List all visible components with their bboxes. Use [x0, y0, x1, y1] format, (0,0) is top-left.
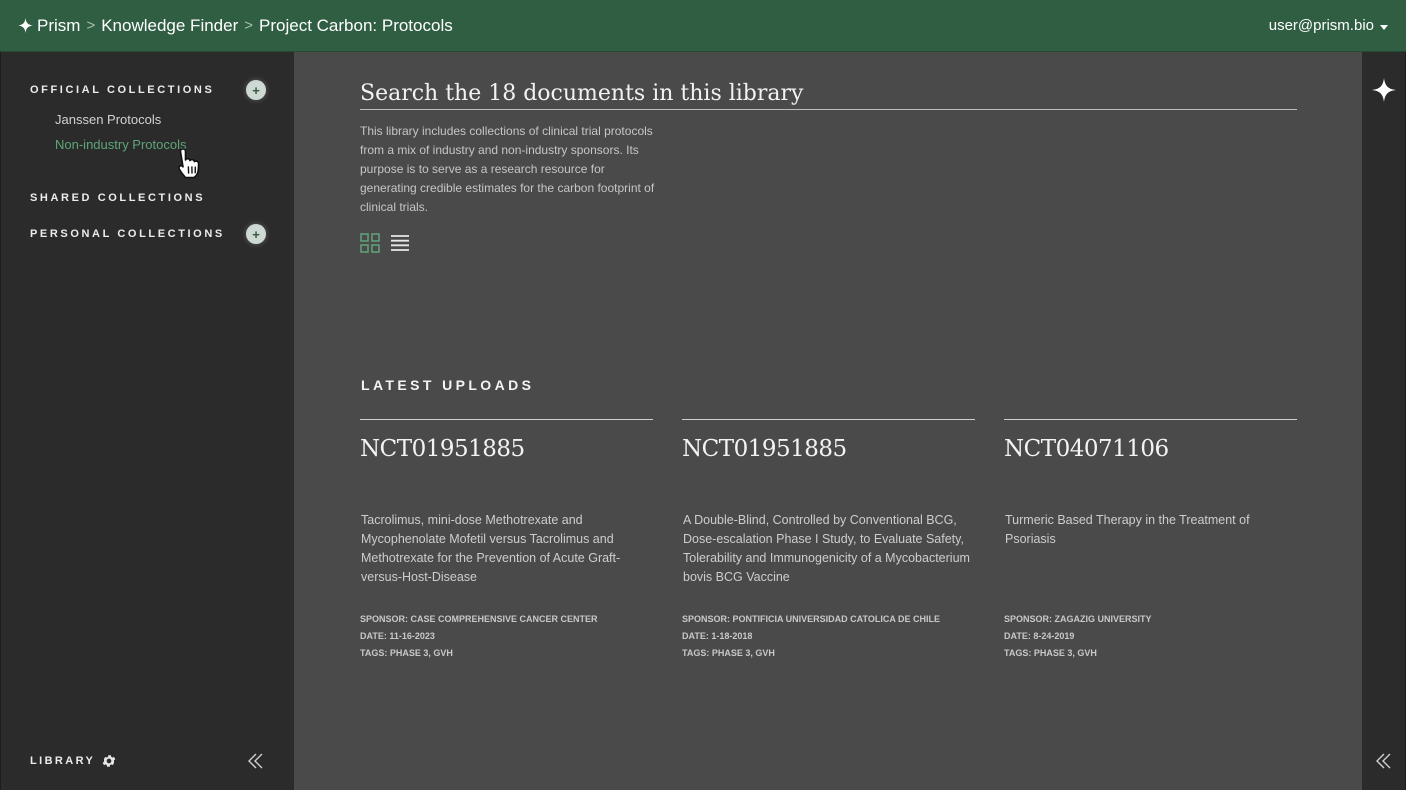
double-chevron-left-icon[interactable] [247, 752, 265, 770]
card-title: Tacrolimus, mini-dose Methotrexate and M… [361, 513, 621, 584]
search-input[interactable] [360, 78, 1297, 108]
latest-uploads-heading: LATEST UPLOADS [361, 377, 535, 393]
double-chevron-left-icon[interactable] [1375, 752, 1393, 770]
library-footer: LIBRARY [30, 753, 117, 769]
card-tags: TAGS: PHASE 3, GVH [1004, 648, 1097, 658]
personal-collections-heading: PERSONAL COLLECTIONS [30, 228, 225, 240]
grid-view-icon[interactable] [360, 233, 380, 253]
library-label: LIBRARY [30, 755, 96, 767]
card-sponsor: SPONSOR: ZAGAZIG UNIVERSITY [1004, 614, 1152, 624]
card-tags: TAGS: PHASE 3, GVH [682, 648, 775, 658]
list-view-icon[interactable] [390, 233, 410, 253]
card-meta: SPONSOR: ZAGAZIG UNIVERSITY DATE: 8-24-2… [1004, 611, 1297, 662]
upload-card[interactable]: NCT04071106 Turmeric Based Therapy in th… [1004, 419, 1297, 658]
right-rail [1362, 52, 1406, 790]
breadcrumb: Prism > Knowledge Finder > Project Carbo… [18, 16, 453, 36]
sidebar-item-non-industry-protocols[interactable]: Non-industry Protocols [55, 137, 187, 152]
upload-card[interactable]: NCT01951885 Tacrolimus, mini-dose Methot… [360, 419, 653, 658]
card-meta: SPONSOR: CASE COMPREHENSIVE CANCER CENTE… [360, 611, 653, 662]
user-menu[interactable]: user@prism.bio [1269, 17, 1388, 34]
top-bar: Prism > Knowledge Finder > Project Carbo… [0, 0, 1406, 52]
breadcrumb-separator: > [244, 17, 254, 34]
pointer-hand-icon [178, 148, 200, 179]
main-content: This library includes collections of cli… [294, 52, 1362, 790]
sparkle-icon [18, 17, 33, 33]
library-description: This library includes collections of cli… [360, 124, 655, 214]
sparkle-icon[interactable] [1372, 78, 1396, 102]
card-tags: TAGS: PHASE 3, GVH [360, 648, 453, 658]
card-nct-id: NCT01951885 [682, 436, 847, 462]
sidebar: OFFICIAL COLLECTIONS + Janssen Protocols… [0, 52, 294, 790]
plus-icon: + [252, 82, 260, 98]
view-toggles [360, 233, 410, 253]
card-sponsor: SPONSOR: CASE COMPREHENSIVE CANCER CENTE… [360, 614, 598, 624]
gear-icon[interactable] [101, 753, 117, 769]
shared-collections-heading: SHARED COLLECTIONS [30, 192, 206, 204]
plus-icon: + [252, 226, 260, 242]
add-personal-collection-button[interactable]: + [246, 224, 266, 244]
add-official-collection-button[interactable]: + [246, 80, 266, 100]
sidebar-item-janssen-protocols[interactable]: Janssen Protocols [55, 112, 161, 127]
card-date: DATE: 1-18-2018 [682, 631, 753, 641]
upload-card[interactable]: NCT01951885 A Double-Blind, Controlled b… [682, 419, 975, 658]
breadcrumb-knowledge-finder[interactable]: Knowledge Finder [101, 16, 238, 36]
brand-link[interactable]: Prism [18, 16, 80, 36]
breadcrumb-separator: > [86, 17, 96, 34]
brand-name: Prism [37, 15, 81, 35]
card-nct-id: NCT01951885 [360, 436, 525, 462]
card-meta: SPONSOR: PONTIFICIA UNIVERSIDAD CATOLICA… [682, 611, 975, 662]
card-date: DATE: 8-24-2019 [1004, 631, 1075, 641]
user-email: user@prism.bio [1268, 17, 1374, 34]
card-date: DATE: 11-16-2023 [360, 631, 435, 641]
card-sponsor: SPONSOR: PONTIFICIA UNIVERSIDAD CATOLICA… [682, 614, 941, 624]
official-collections-heading: OFFICIAL COLLECTIONS [30, 84, 215, 96]
card-title: Turmeric Based Therapy in the Treatment … [1005, 513, 1250, 546]
breadcrumb-project-carbon[interactable]: Project Carbon: Protocols [259, 16, 453, 36]
card-title: A Double-Blind, Controlled by Convention… [683, 513, 970, 584]
card-nct-id: NCT04071106 [1004, 436, 1169, 462]
caret-down-icon [1380, 24, 1388, 30]
search-bar [360, 78, 1297, 110]
